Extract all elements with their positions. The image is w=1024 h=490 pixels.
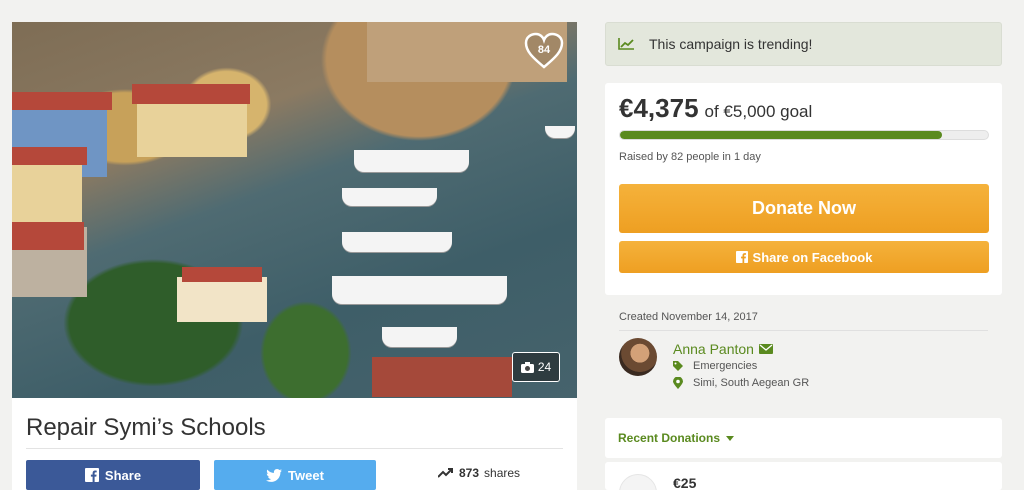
donation-card: €4,375 of €5,000 goal Raised by 82 peopl… (605, 83, 1002, 295)
photo-count-value: 24 (537, 360, 552, 374)
twitter-icon (266, 468, 283, 482)
caret-down-icon (726, 435, 735, 441)
created-date: Created November 14, 2017 (619, 311, 758, 323)
facebook-icon (84, 468, 99, 482)
scene-roof (372, 357, 512, 397)
scene-boat (342, 188, 437, 206)
donor-avatar (619, 474, 657, 490)
share-on-facebook-label: Share on Facebook (752, 249, 873, 265)
recent-donations-label: Recent Donations (618, 431, 721, 445)
progress-fill (620, 131, 942, 139)
scene-roof (12, 92, 112, 110)
tag-icon (673, 361, 683, 371)
share-count: 873 shares (438, 466, 520, 480)
facebook-share-button[interactable]: Share (26, 460, 200, 490)
campaign-title: Repair Symi’s Schools (26, 414, 266, 441)
trending-text: This campaign is trending! (649, 36, 813, 52)
organizer-link[interactable]: Anna Panton (673, 341, 773, 357)
divider (26, 448, 563, 449)
donation-amount: €25 (673, 475, 697, 490)
scene-boat (354, 150, 469, 172)
photo-count-button[interactable]: 24 (512, 352, 560, 382)
share-on-facebook-button[interactable]: Share on Facebook (619, 241, 989, 273)
scene-boat (545, 126, 575, 138)
recent-donations-toggle[interactable]: Recent Donations (605, 418, 1002, 458)
donation-list-item: €25 (605, 462, 1002, 490)
organizer-location-text: Simi, South Aegean GR (693, 377, 810, 389)
tweet-label: Tweet (288, 467, 324, 483)
trending-banner: This campaign is trending! (605, 22, 1002, 66)
amount-raised: €4,375 of €5,000 goal (619, 93, 812, 124)
organizer-section: Created November 14, 2017 Anna Panton Em… (605, 306, 1002, 400)
envelope-icon[interactable] (758, 344, 773, 354)
scene-building (177, 277, 267, 322)
like-heart-button[interactable]: 84 (524, 32, 564, 70)
organizer-name: Anna Panton (673, 341, 754, 357)
trend-chart-icon (618, 38, 634, 50)
divider (619, 330, 988, 331)
camera-icon (520, 361, 534, 373)
goal-text: of €5,000 goal (704, 102, 813, 121)
tweet-button[interactable]: Tweet (214, 460, 376, 490)
scene-roof (182, 267, 262, 282)
scene-boat (382, 327, 457, 347)
amount-value: €4,375 (619, 93, 699, 123)
scene-boat (342, 232, 452, 252)
scene-boat (332, 276, 507, 304)
organizer-location: Simi, South Aegean GR (673, 377, 809, 389)
share-count-value: 873 (459, 466, 480, 480)
like-count: 84 (537, 43, 551, 56)
donate-now-button[interactable]: Donate Now (619, 184, 989, 233)
raised-by-text: Raised by 82 people in 1 day (619, 151, 761, 163)
facebook-icon (735, 251, 748, 263)
location-pin-icon (673, 377, 683, 389)
progress-bar (619, 130, 989, 140)
scene-roof (132, 84, 250, 104)
trending-icon (438, 468, 453, 478)
facebook-share-label: Share (104, 467, 142, 483)
share-count-label: shares (484, 466, 521, 480)
campaign-hero-image[interactable]: 84 24 (12, 22, 577, 398)
organizer-category[interactable]: Emergencies (673, 360, 757, 372)
scene-roof (12, 222, 84, 250)
scene-roof (12, 147, 87, 165)
organizer-avatar[interactable] (619, 338, 657, 376)
scene-building (137, 102, 247, 157)
organizer-category-text: Emergencies (693, 360, 758, 372)
campaign-title-card: Repair Symi’s Schools Share Tweet 873 sh… (12, 398, 577, 490)
